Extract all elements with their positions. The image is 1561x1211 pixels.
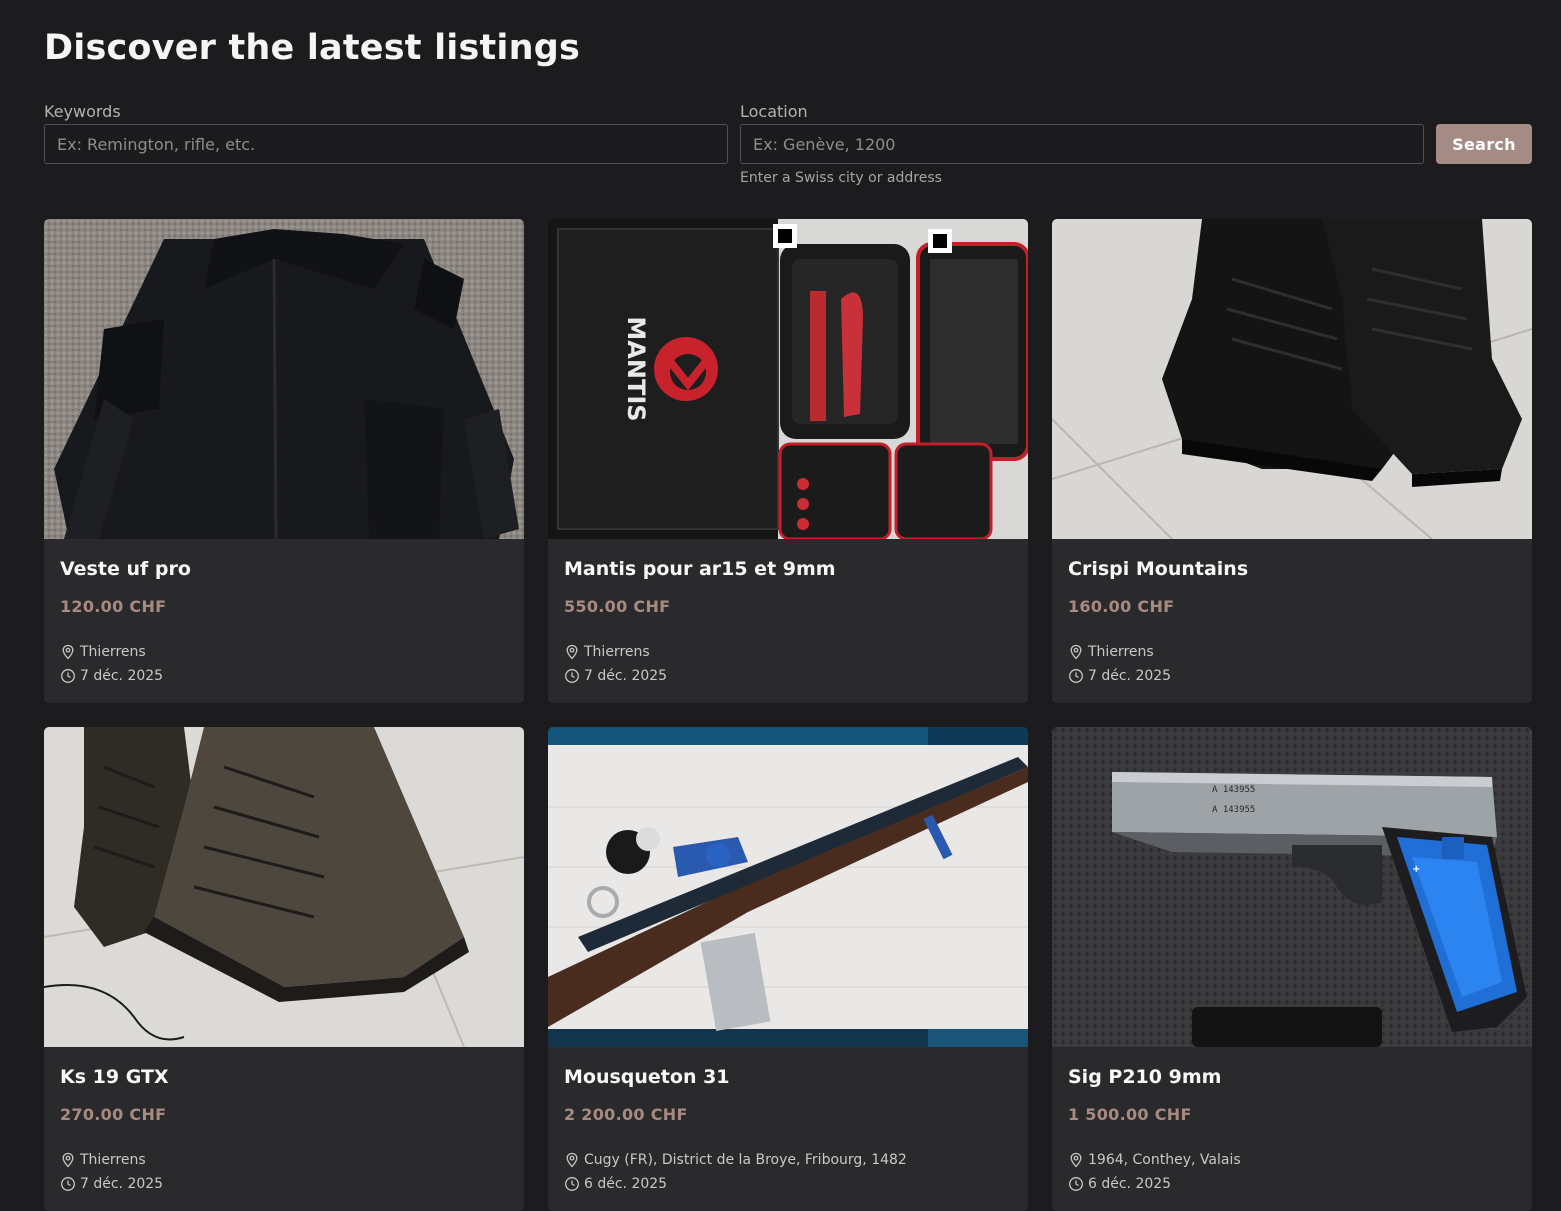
listing-date: 6 déc. 2025 (564, 1175, 667, 1193)
listing-date: 7 déc. 2025 (564, 667, 667, 685)
listing-date-text: 7 déc. 2025 (1088, 668, 1172, 684)
clock-icon (60, 668, 76, 684)
clock-icon (564, 668, 580, 684)
listing-card[interactable]: Ks 19 GTX 270.00 CHF Thierrens 7 déc. 20… (44, 727, 524, 1211)
listing-location: Thierrens (1068, 643, 1154, 661)
svg-text:A 143955: A 143955 (1212, 785, 1255, 795)
clock-icon (1068, 668, 1084, 684)
rifle-photo[interactable] (548, 727, 1028, 1047)
svg-text:MANTIS: MANTIS (622, 316, 650, 421)
listing-location: Thierrens (60, 643, 146, 661)
listing-price: 2 200.00 CHF (564, 1105, 688, 1124)
map-pin-icon (60, 644, 76, 660)
listing-price: 1 500.00 CHF (1068, 1105, 1192, 1124)
location-field: Location Enter a Swiss city or address (740, 102, 1424, 187)
location-input[interactable] (740, 124, 1424, 164)
map-pin-icon (564, 1152, 580, 1168)
listing-date: 7 déc. 2025 (1068, 667, 1171, 685)
map-pin-icon (60, 1152, 76, 1168)
listing-location-text: 1964, Conthey, Valais (1088, 1152, 1241, 1168)
listing-title[interactable]: Ks 19 GTX (60, 1065, 169, 1089)
listing-card[interactable]: Crispi Mountains 160.00 CHF Thierrens 7 … (1052, 219, 1532, 703)
clock-icon (1068, 1176, 1084, 1192)
listing-date-text: 7 déc. 2025 (80, 1176, 164, 1192)
page: Discover the latest listings Keywords Lo… (0, 0, 1561, 192)
listing-title[interactable]: Sig P210 9mm (1068, 1065, 1221, 1089)
clock-icon (60, 1176, 76, 1192)
map-pin-icon (1068, 1152, 1084, 1168)
search-bar: Keywords Location Enter a Swiss city or … (44, 102, 1532, 192)
map-pin-icon (1068, 644, 1084, 660)
svg-text:A 143955: A 143955 (1212, 805, 1255, 815)
listing-card[interactable]: Mousqueton 31 2 200.00 CHF Cugy (FR), Di… (548, 727, 1028, 1211)
listing-price: 120.00 CHF (60, 597, 167, 616)
svg-text:+: + (1412, 864, 1420, 875)
listing-date-text: 7 déc. 2025 (80, 668, 164, 684)
black-jacket-photo[interactable] (44, 219, 524, 539)
map-pin-icon (564, 644, 580, 660)
clock-icon (564, 1176, 580, 1192)
listing-card[interactable]: + A 143955 A 143955 Sig P210 9mm 1 500.0… (1052, 727, 1532, 1211)
listing-location: Cugy (FR), District de la Broye, Fribour… (564, 1151, 907, 1169)
keywords-input[interactable] (44, 124, 728, 164)
page-title: Discover the latest listings (44, 28, 581, 68)
listing-location: Thierrens (60, 1151, 146, 1169)
listing-location-text: Thierrens (584, 644, 650, 660)
brown-boots-photo[interactable] (44, 727, 524, 1047)
location-label: Location (740, 102, 808, 121)
keywords-field: Keywords (44, 102, 728, 164)
listing-location: Thierrens (564, 643, 650, 661)
listing-card[interactable]: Veste uf pro 120.00 CHF Thierrens 7 déc.… (44, 219, 524, 703)
listing-location: 1964, Conthey, Valais (1068, 1151, 1241, 1169)
listing-date-text: 6 déc. 2025 (1088, 1176, 1172, 1192)
listing-price: 550.00 CHF (564, 597, 671, 616)
black-boots-photo[interactable] (1052, 219, 1532, 539)
listing-date: 7 déc. 2025 (60, 667, 163, 685)
listing-location-text: Thierrens (1088, 644, 1154, 660)
listing-title[interactable]: Mantis pour ar15 et 9mm (564, 557, 836, 581)
listing-card[interactable]: MANTIS Mantis pour ar15 et 9mm 550.00 CH… (548, 219, 1028, 703)
listing-location-text: Thierrens (80, 1152, 146, 1168)
keywords-label: Keywords (44, 102, 121, 121)
listing-date: 6 déc. 2025 (1068, 1175, 1171, 1193)
mantis-training-kit-photo[interactable]: MANTIS (548, 219, 1028, 539)
listing-price: 160.00 CHF (1068, 597, 1175, 616)
listing-title[interactable]: Mousqueton 31 (564, 1065, 730, 1089)
listing-location-text: Cugy (FR), District de la Broye, Fribour… (584, 1152, 907, 1168)
listing-date-text: 7 déc. 2025 (584, 668, 668, 684)
listing-title[interactable]: Crispi Mountains (1068, 557, 1248, 581)
listing-title[interactable]: Veste uf pro (60, 557, 191, 581)
listing-date: 7 déc. 2025 (60, 1175, 163, 1193)
listing-date-text: 6 déc. 2025 (584, 1176, 668, 1192)
pistol-photo[interactable]: + A 143955 A 143955 (1052, 727, 1532, 1047)
listing-location-text: Thierrens (80, 644, 146, 660)
location-hint: Enter a Swiss city or address (740, 170, 942, 186)
search-button[interactable]: Search (1436, 124, 1532, 164)
listing-price: 270.00 CHF (60, 1105, 167, 1124)
